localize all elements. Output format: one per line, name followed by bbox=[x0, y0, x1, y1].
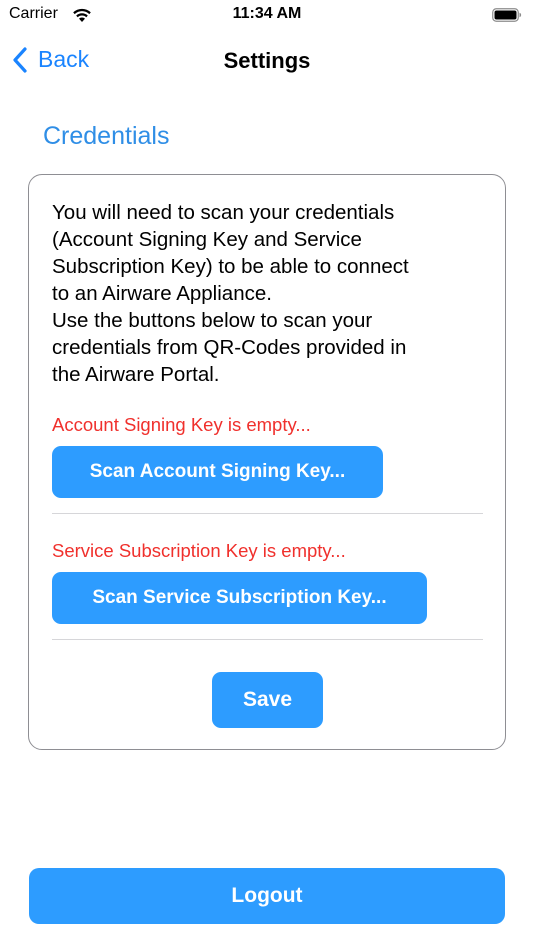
credentials-card: You will need to scan your credentials (… bbox=[28, 174, 506, 750]
divider bbox=[52, 513, 483, 514]
scan-account-signing-key-button[interactable]: Scan Account Signing Key... bbox=[52, 446, 383, 498]
navigation-bar: Back Settings bbox=[0, 40, 534, 84]
instructions-line: to an Airware Appliance. bbox=[52, 282, 272, 305]
instructions-line: Subscription Key) to be able to connect bbox=[52, 255, 409, 278]
logout-button[interactable]: Logout bbox=[29, 868, 505, 924]
section-title-credentials: Credentials bbox=[43, 122, 170, 150]
page-title: Settings bbox=[223, 48, 311, 73]
instructions-line: Use the buttons below to scan your bbox=[52, 309, 373, 332]
status-bar: Carrier 11:34 AM bbox=[0, 0, 534, 32]
save-button[interactable]: Save bbox=[212, 672, 323, 728]
account-key-status: Account Signing Key is empty... bbox=[52, 414, 311, 435]
instructions-line: credentials from QR-Codes provided in bbox=[52, 336, 407, 359]
instructions-line: You will need to scan your credentials bbox=[52, 201, 395, 224]
settings-screen: Carrier 11:34 AM Back Settings Credentia… bbox=[0, 0, 534, 950]
service-key-status: Service Subscription Key is empty... bbox=[52, 540, 346, 561]
battery-full-icon bbox=[492, 8, 522, 22]
instructions-line: (Account Signing Key and Service bbox=[52, 228, 362, 251]
instructions-line: the Airware Portal. bbox=[52, 363, 220, 386]
credentials-instructions: You will need to scan your credentials (… bbox=[52, 199, 492, 388]
scan-service-subscription-key-button[interactable]: Scan Service Subscription Key... bbox=[52, 572, 427, 624]
status-time: 11:34 AM bbox=[232, 5, 302, 22]
divider bbox=[52, 639, 483, 640]
